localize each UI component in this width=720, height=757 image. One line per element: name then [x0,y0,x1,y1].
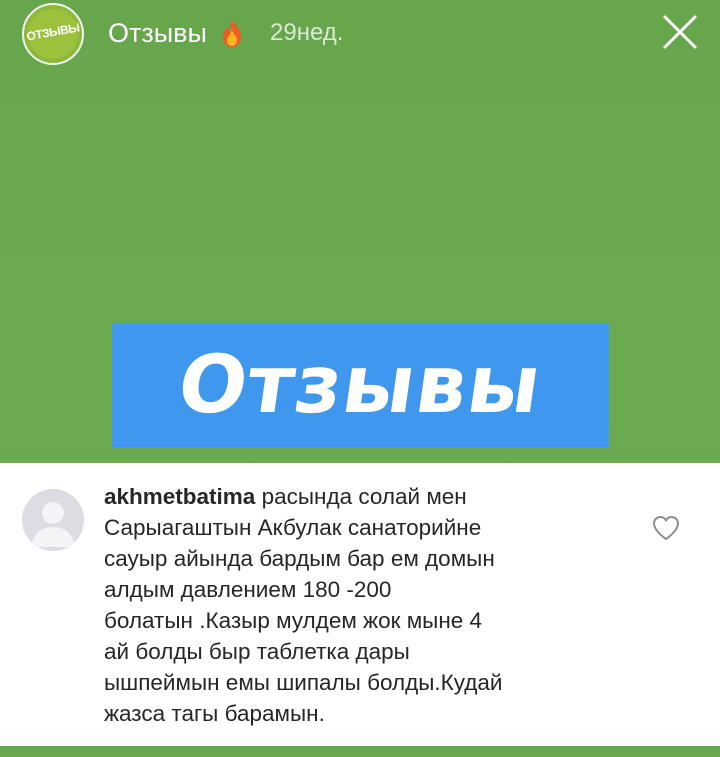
comment-username[interactable]: akhmetbatima [104,484,255,509]
comment-text: akhmetbatima расында солай мен Сарыагашт… [104,481,594,729]
comment-line: ышпеймын емы шипалы болды.Кудай [104,670,503,695]
comment-card: akhmetbatima расында солай мен Сарыагашт… [0,463,720,746]
account-avatar[interactable]: ОТЗЫВЫ [22,3,84,65]
comment-first-line-text: расында солай мен [255,484,467,509]
story-time-ago: 29нед. [270,19,344,46]
comment-line: сауыр айында бардым бар ем домын [104,546,495,571]
story-bottom-strip [0,746,720,757]
account-name[interactable]: Отзывы [108,15,207,51]
heart-outline-icon[interactable] [652,515,680,541]
close-icon[interactable] [660,12,700,52]
commenter-avatar[interactable] [22,489,84,551]
comment-line: болатын .Казыр мулдем жок мыне 4 [104,608,483,633]
comment-line: жазса тагы барамын. [104,701,325,726]
comment-first-line: akhmetbatima расында солай мен [104,481,594,512]
comment-line: ай болды быр таблетка дары [104,639,410,664]
comment-line: Сарыагаштын Акбулак санаторийне [104,515,482,540]
title-banner: Отзывы [112,323,609,447]
banner-title: Отзывы [172,338,549,431]
default-user-icon [22,489,84,551]
story-header: ОТЗЫВЫ Отзывы 29нед. [0,0,720,70]
fire-icon [223,19,241,47]
comment-line: алдым давлением 180 -200 [104,577,392,602]
